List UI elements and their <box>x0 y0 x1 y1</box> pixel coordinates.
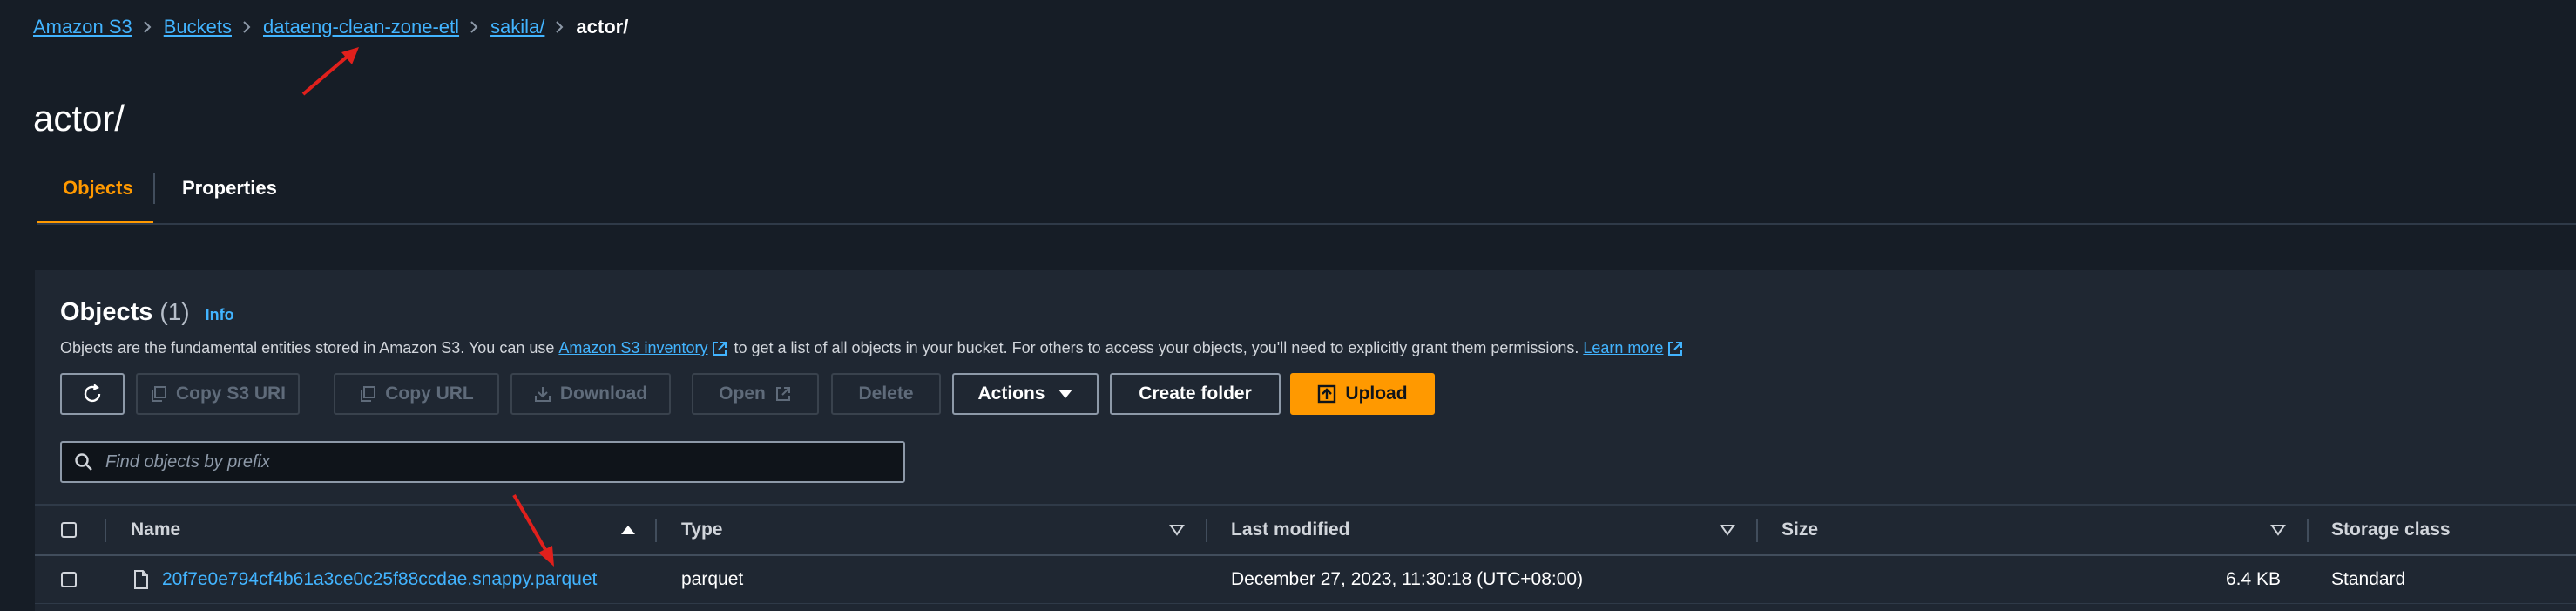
select-all-checkbox[interactable] <box>61 522 77 538</box>
column-header-last-modified[interactable]: Last modified <box>1231 506 1350 554</box>
breadcrumb: Amazon S3 Buckets dataeng-clean-zone-etl… <box>33 12 628 42</box>
upload-icon <box>1318 384 1336 404</box>
object-storage-class-cell: Standard <box>2331 569 2406 589</box>
upload-button[interactable]: Upload <box>1290 373 1435 415</box>
delete-button[interactable]: Delete <box>831 373 941 415</box>
objects-header: Objects (1) Info <box>60 298 234 327</box>
create-folder-label: Create folder <box>1139 384 1252 404</box>
object-size-cell: 6.4 KB <box>2225 569 2281 589</box>
column-header-name[interactable]: Name <box>131 506 180 554</box>
learn-more-link[interactable]: Learn more <box>1583 339 1663 357</box>
sort-icon[interactable] <box>1720 506 1735 554</box>
download-label: Download <box>559 384 648 404</box>
tab-objects[interactable]: Objects <box>37 166 159 211</box>
column-header-size[interactable]: Size <box>1782 506 1818 554</box>
external-link-icon <box>775 387 790 401</box>
delete-label: Delete <box>858 384 914 404</box>
download-button[interactable]: Download <box>510 373 671 415</box>
objects-count: (1) <box>159 298 190 325</box>
breadcrumb-current: actor/ <box>576 16 629 37</box>
objects-description: Objects are the fundamental entities sto… <box>60 339 1689 357</box>
tab-list: Objects Properties <box>37 166 2576 225</box>
row-checkbox[interactable] <box>61 572 77 587</box>
column-header-storage-class[interactable]: Storage class <box>2331 506 2451 554</box>
actions-label: Actions <box>977 384 1045 404</box>
breadcrumb-amazon-s3[interactable]: Amazon S3 <box>33 16 132 38</box>
refresh-icon <box>84 384 101 403</box>
column-header-type[interactable]: Type <box>681 506 722 554</box>
column-separator[interactable] <box>2307 519 2309 542</box>
annotation-arrow-icon <box>301 47 359 96</box>
object-type-cell: parquet <box>681 569 744 589</box>
sort-icon[interactable] <box>1169 506 1185 554</box>
description-text-before: Objects are the fundamental entities sto… <box>60 339 555 356</box>
objects-title: Objects <box>60 298 153 326</box>
annotation-arrow-icon <box>512 494 554 567</box>
description-text-after: to get a list of all objects in your buc… <box>734 339 1579 356</box>
breadcrumb-buckets[interactable]: Buckets <box>164 16 232 38</box>
external-link-icon <box>711 340 728 357</box>
sort-icon[interactable] <box>2270 506 2286 554</box>
create-folder-button[interactable]: Create folder <box>1110 373 1281 415</box>
inventory-link[interactable]: Amazon S3 inventory <box>558 339 707 357</box>
column-separator <box>105 519 106 542</box>
object-name-link[interactable]: 20f7e0e794cf4b61a3ce0c25f88ccdae.snappy.… <box>162 569 597 589</box>
chevron-right-icon <box>544 12 576 42</box>
tab-divider <box>153 173 155 204</box>
tabs-baseline <box>37 223 2576 225</box>
info-link[interactable]: Info <box>206 306 234 324</box>
refresh-button[interactable] <box>60 373 125 415</box>
open-button[interactable]: Open <box>692 373 819 415</box>
objects-panel: Objects (1) Info Objects are the fundame… <box>35 270 2576 611</box>
chevron-right-icon <box>232 12 263 42</box>
search-icon <box>75 453 92 471</box>
object-last-modified-cell: December 27, 2023, 11:30:18 (UTC+08:00) <box>1231 569 1584 589</box>
upload-label: Upload <box>1345 384 1408 404</box>
column-separator[interactable] <box>1206 519 1207 542</box>
copy-url-label: Copy URL <box>385 384 474 404</box>
file-icon <box>134 570 148 589</box>
tab-properties[interactable]: Properties <box>156 166 303 211</box>
search-box <box>60 441 905 483</box>
actions-dropdown[interactable]: Actions <box>952 373 1099 415</box>
caret-down-icon <box>1058 390 1072 398</box>
open-label: Open <box>719 384 766 404</box>
copy-icon <box>151 386 166 402</box>
table-row: 20f7e0e794cf4b61a3ce0c25f88ccdae.snappy.… <box>35 556 2576 604</box>
copy-url-button[interactable]: Copy URL <box>334 373 499 415</box>
breadcrumb-sakila[interactable]: sakila/ <box>490 16 544 38</box>
table-header: Name Type Last modified Size Storage cla… <box>35 504 2576 556</box>
download-icon <box>534 387 551 402</box>
copy-icon <box>361 386 376 402</box>
copy-s3-uri-label: Copy S3 URI <box>175 384 287 404</box>
external-link-icon <box>1667 340 1684 357</box>
sort-ascending-icon[interactable] <box>620 506 636 554</box>
page-title: actor/ <box>33 98 125 139</box>
search-input[interactable] <box>104 451 874 473</box>
breadcrumb-bucket-name[interactable]: dataeng-clean-zone-etl <box>263 16 459 38</box>
column-separator[interactable] <box>655 519 657 542</box>
chevron-right-icon <box>459 12 490 42</box>
chevron-right-icon <box>132 12 164 42</box>
copy-s3-uri-button[interactable]: Copy S3 URI <box>136 373 300 415</box>
column-separator[interactable] <box>1756 519 1758 542</box>
